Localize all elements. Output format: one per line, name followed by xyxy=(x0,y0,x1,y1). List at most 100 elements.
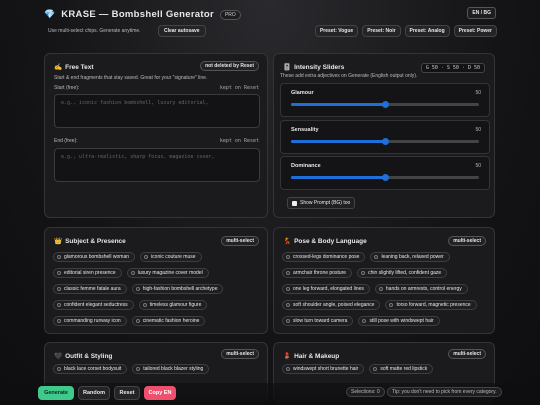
end-label: End (free): xyxy=(54,138,78,144)
radio-dot-icon xyxy=(286,255,290,259)
slider-fill xyxy=(291,103,385,106)
preset-noir-button[interactable]: Preset: Noir xyxy=(362,25,401,37)
chip[interactable]: luxury magazine cover model xyxy=(126,268,209,278)
radio-dot-icon xyxy=(389,303,394,307)
chip[interactable]: classic femme fatale aura xyxy=(53,284,127,294)
subject-chip-list: glamorous bombshell woman iconic couture… xyxy=(53,252,259,326)
start-label: Start (free): xyxy=(54,85,80,91)
chip[interactable]: armchair throne posture xyxy=(282,268,353,278)
radio-dot-icon xyxy=(135,287,140,291)
radio-dot-icon xyxy=(373,367,378,371)
chip[interactable]: windswept short brunette hair xyxy=(282,364,365,374)
chip[interactable]: high-fashion bombshell archetype xyxy=(131,284,224,294)
multi-select-badge: multi-select xyxy=(221,349,259,359)
intensity-description: These add extra adjectives on Generate (… xyxy=(280,73,418,79)
chip[interactable]: leaning back, relaxed power xyxy=(370,252,450,262)
chip[interactable]: black lace corset bodysuit xyxy=(53,364,128,374)
chip-label: slow turn toward camera xyxy=(293,318,348,324)
selection-count-label: Selections: 0 xyxy=(346,387,385,397)
footer-tip: Tip: you don't need to pick from every c… xyxy=(387,387,502,397)
subject-panel: 👑 Subject & Presence multi-select glamoro… xyxy=(44,227,268,334)
radio-dot-icon xyxy=(57,271,61,275)
chip-label: tailored black blazer styling xyxy=(143,366,204,372)
slider-knob[interactable] xyxy=(381,173,389,181)
chip-label: one leg forward, elongated lines xyxy=(293,286,364,292)
radio-dot-icon xyxy=(130,271,135,275)
radio-dot-icon xyxy=(135,319,140,323)
chip[interactable]: soft matte red lipstick xyxy=(369,364,434,374)
pose-chip-list: crossed-legs dominance pose leaning back… xyxy=(282,252,486,326)
show-prompt-bg-checkbox[interactable]: Show Prompt (BG) too xyxy=(287,197,356,209)
panel-title: Subject & Presence xyxy=(65,237,126,245)
radio-dot-icon xyxy=(57,367,61,371)
radio-dot-icon xyxy=(361,271,366,275)
glamour-slider[interactable] xyxy=(291,100,479,108)
slider-fill xyxy=(291,140,385,143)
radio-dot-icon xyxy=(286,367,290,371)
multi-select-badge: multi-select xyxy=(221,236,259,246)
chip-label: leaning back, relaxed power xyxy=(381,254,444,260)
panel-title: Outfit & Styling xyxy=(65,352,113,360)
chip[interactable]: soft shoulder angle, poised elegance xyxy=(282,300,381,310)
slider-knob[interactable] xyxy=(381,137,389,145)
app-header: 💎 KRASE — Bombshell Generator PRO xyxy=(44,9,241,20)
dominance-slider[interactable] xyxy=(291,173,479,181)
reset-button[interactable]: Reset xyxy=(114,386,140,400)
preset-vogue-button[interactable]: Preset: Vogue xyxy=(314,25,359,37)
chip[interactable]: tailored black blazer styling xyxy=(132,364,210,374)
radio-dot-icon xyxy=(136,367,141,371)
clear-autosave-button[interactable]: Clear autosave xyxy=(158,25,206,37)
chip[interactable]: timeless glamour figure xyxy=(138,300,208,310)
chip-label: black lace corset bodysuit xyxy=(64,366,122,372)
chip[interactable]: slow turn toward camera xyxy=(282,316,354,326)
radio-dot-icon xyxy=(374,255,379,259)
intensity-panel: 🎚️ Intensity Sliders G 50 · S 50 · D 50 T… xyxy=(273,53,495,218)
chip[interactable]: still pose with windswept hair xyxy=(358,316,440,326)
chip-label: hands on armrests, control energy xyxy=(385,286,462,292)
radio-dot-icon xyxy=(144,255,149,259)
language-toggle[interactable]: EN / BG xyxy=(467,7,496,19)
end-kept-note: kept on Reset xyxy=(219,138,259,144)
chip-label: chin slightly lifted, confident gaze xyxy=(368,270,442,276)
free-text-panel: ✍️ Free Text not deleted by Reset Start &… xyxy=(44,53,268,218)
generate-button[interactable]: Generate xyxy=(38,386,74,400)
radio-dot-icon xyxy=(286,287,290,291)
chip[interactable]: torso forward, magnetic presence xyxy=(385,300,477,310)
sensuality-slider[interactable] xyxy=(291,137,479,145)
chip[interactable]: editorial siren presence xyxy=(53,268,122,278)
chip[interactable]: commanding runway icon xyxy=(53,316,127,326)
slider-knob[interactable] xyxy=(381,100,389,108)
chip-label: iconic couture muse xyxy=(151,254,196,260)
not-deleted-badge: not deleted by Reset xyxy=(200,61,259,71)
slider-label: Dominance xyxy=(291,163,321,169)
preset-power-button[interactable]: Preset: Power xyxy=(453,25,497,37)
chip[interactable]: iconic couture muse xyxy=(140,252,202,262)
chip[interactable]: chin slightly lifted, confident gaze xyxy=(357,268,448,278)
checkbox-icon[interactable] xyxy=(292,200,297,206)
chip[interactable]: hands on armrests, control energy xyxy=(374,284,468,294)
radio-dot-icon xyxy=(142,303,147,307)
chip[interactable]: cinematic fashion heroine xyxy=(131,316,206,326)
chip-label: luxury magazine cover model xyxy=(137,270,203,276)
preset-analog-button[interactable]: Preset: Analog xyxy=(404,25,450,37)
slider-label: Glamour xyxy=(291,90,314,96)
slider-value: 50 xyxy=(475,163,481,169)
chip-label: commanding runway icon xyxy=(64,318,121,324)
copy-en-button[interactable]: Copy EN xyxy=(144,386,176,400)
random-button[interactable]: Random xyxy=(78,386,110,400)
slider-value: 50 xyxy=(475,127,481,133)
writing-hand-icon: ✍️ xyxy=(54,64,63,71)
end-textarea[interactable]: e.g., ultra-realistic, sharp focus, maga… xyxy=(54,148,260,182)
chip[interactable]: crossed-legs dominance pose xyxy=(282,252,366,262)
gem-icon: 💎 xyxy=(44,9,56,19)
radio-dot-icon xyxy=(362,319,367,323)
crown-icon: 👑 xyxy=(54,238,63,245)
slider-label: Sensuality xyxy=(291,127,319,133)
chip-label: soft shoulder angle, poised elegance xyxy=(293,302,375,308)
chip[interactable]: glamorous bombshell woman xyxy=(53,252,136,262)
chip[interactable]: confident elegant seductress xyxy=(53,300,134,310)
chip[interactable]: one leg forward, elongated lines xyxy=(282,284,370,294)
panel-title: Hair & Makeup xyxy=(294,352,340,360)
start-textarea[interactable]: e.g., iconic fashion bombshell, luxury e… xyxy=(54,94,260,128)
hair-chip-list: windswept short brunette hair soft matte… xyxy=(282,364,486,374)
